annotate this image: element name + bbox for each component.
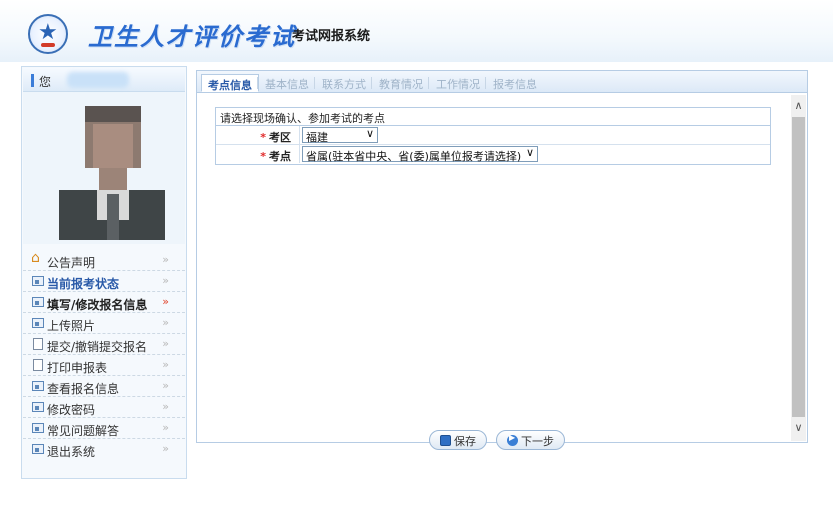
user-bar-marker: [31, 74, 34, 87]
sidebar-item-edit-registration[interactable]: 填写/修改报名信息 »: [23, 292, 185, 313]
sidebar-item-view-registration[interactable]: 查看报名信息 »: [23, 376, 185, 397]
field-label: * 考区: [216, 126, 300, 144]
chevron-right-icon: »: [162, 295, 169, 308]
chevron-right-icon: »: [162, 274, 169, 287]
sidebar: 您 公告声明 » 当前报考状态 » 填写/修改报名信息 »: [21, 66, 187, 479]
field-label: * 考点: [216, 145, 300, 163]
sidebar-item-submit-registration[interactable]: 提交/撤销提交报名 »: [23, 334, 185, 355]
next-arrow-icon: [507, 433, 518, 446]
sidebar-item-print-form[interactable]: 打印申报表 »: [23, 355, 185, 376]
document-icon: [33, 359, 43, 371]
card-icon: [32, 423, 44, 433]
user-photo: [59, 106, 165, 240]
user-bar: 您: [23, 68, 185, 92]
exam-site-select[interactable]: 省属(驻本省中央、省(委)属单位报考请选择) ∨: [302, 146, 538, 163]
sidebar-item-label: 查看报名信息: [47, 382, 120, 396]
sidebar-item-announcement[interactable]: 公告声明 »: [23, 250, 185, 271]
scrollbar[interactable]: ∧ ∨: [791, 95, 806, 441]
system-title: 卫生人才评价考试: [88, 22, 296, 51]
next-step-button[interactable]: 下一步: [496, 430, 565, 450]
main-panel: 考点信息 基本信息 联系方式 教育情况 工作情况 报考信息 请选择现场确认、参加…: [196, 70, 808, 450]
card-icon: [32, 318, 44, 328]
card-icon: [32, 402, 44, 412]
user-name-redacted: [67, 72, 129, 88]
sidebar-item-upload-photo[interactable]: 上传照片 »: [23, 313, 185, 334]
exam-site-form: 请选择现场确认、参加考试的考点 * 考区 福建 ∨ * 考点 省属(驻本省中央、省(…: [215, 107, 771, 165]
form-instruction: 请选择现场确认、参加考试的考点: [216, 108, 770, 126]
tab-exam-info[interactable]: 报考信息: [487, 74, 543, 92]
sidebar-item-label: 修改密码: [47, 403, 96, 417]
scroll-down-icon[interactable]: ∨: [791, 421, 806, 437]
chevron-down-icon: ∨: [365, 127, 374, 140]
chevron-right-icon: »: [162, 400, 169, 413]
chevron-down-icon: ∨: [525, 146, 534, 159]
chevron-right-icon: »: [162, 358, 169, 371]
chevron-right-icon: »: [162, 337, 169, 350]
exam-region-select[interactable]: 福建 ∨: [302, 127, 378, 144]
sidebar-item-label: 上传照片: [47, 319, 96, 333]
document-icon: [33, 338, 43, 350]
sidebar-item-label: 公告声明: [47, 256, 96, 270]
sidebar-item-label: 退出系统: [47, 445, 96, 459]
form-row-exam-region: * 考区 福建 ∨: [216, 126, 770, 145]
save-button[interactable]: 保存: [429, 430, 487, 450]
home-icon: [31, 250, 44, 266]
tab-education[interactable]: 教育情况: [373, 74, 429, 92]
tab-exam-site[interactable]: 考点信息: [201, 74, 259, 92]
sidebar-menu: 公告声明 » 当前报考状态 » 填写/修改报名信息 » 上传照片 » 提交/撤销…: [23, 250, 185, 460]
tab-work[interactable]: 工作情况: [430, 74, 486, 92]
tab-basic-info[interactable]: 基本信息: [259, 74, 315, 92]
sidebar-item-label: 当前报考状态: [47, 277, 120, 291]
tab-contact[interactable]: 联系方式: [316, 74, 372, 92]
user-panel: 您: [23, 68, 185, 244]
scrollbar-thumb[interactable]: [792, 117, 805, 417]
sidebar-item-change-password[interactable]: 修改密码 »: [23, 397, 185, 418]
user-greeting: 您: [39, 75, 52, 89]
card-icon: [32, 276, 44, 286]
tab-bar: 考点信息 基本信息 联系方式 教育情况 工作情况 报考信息: [197, 71, 807, 93]
sidebar-item-logout[interactable]: 退出系统 »: [23, 439, 185, 460]
chevron-right-icon: »: [162, 253, 169, 266]
card-icon: [32, 381, 44, 391]
system-subtitle: 考试网报系统: [292, 29, 371, 44]
sidebar-item-label: 常见问题解答: [47, 424, 120, 438]
chevron-right-icon: »: [162, 442, 169, 455]
scroll-up-icon[interactable]: ∧: [791, 99, 806, 115]
chevron-right-icon: »: [162, 421, 169, 434]
save-icon: [440, 435, 451, 446]
chevron-right-icon: »: [162, 316, 169, 329]
sidebar-item-label: 填写/修改报名信息: [47, 298, 148, 312]
card-icon: [32, 444, 44, 454]
chevron-right-icon: »: [162, 379, 169, 392]
emblem-logo: [28, 14, 68, 54]
sidebar-item-label: 提交/撤销提交报名: [47, 340, 148, 354]
card-icon: [32, 297, 44, 307]
sidebar-item-label: 打印申报表: [47, 361, 108, 375]
header: 卫生人才评价考试 考试网报系统: [0, 0, 833, 62]
form-row-exam-site: * 考点 省属(驻本省中央、省(委)属单位报考请选择) ∨: [216, 145, 770, 164]
sidebar-item-current-status[interactable]: 当前报考状态 »: [23, 271, 185, 292]
sidebar-item-faq[interactable]: 常见问题解答 »: [23, 418, 185, 439]
